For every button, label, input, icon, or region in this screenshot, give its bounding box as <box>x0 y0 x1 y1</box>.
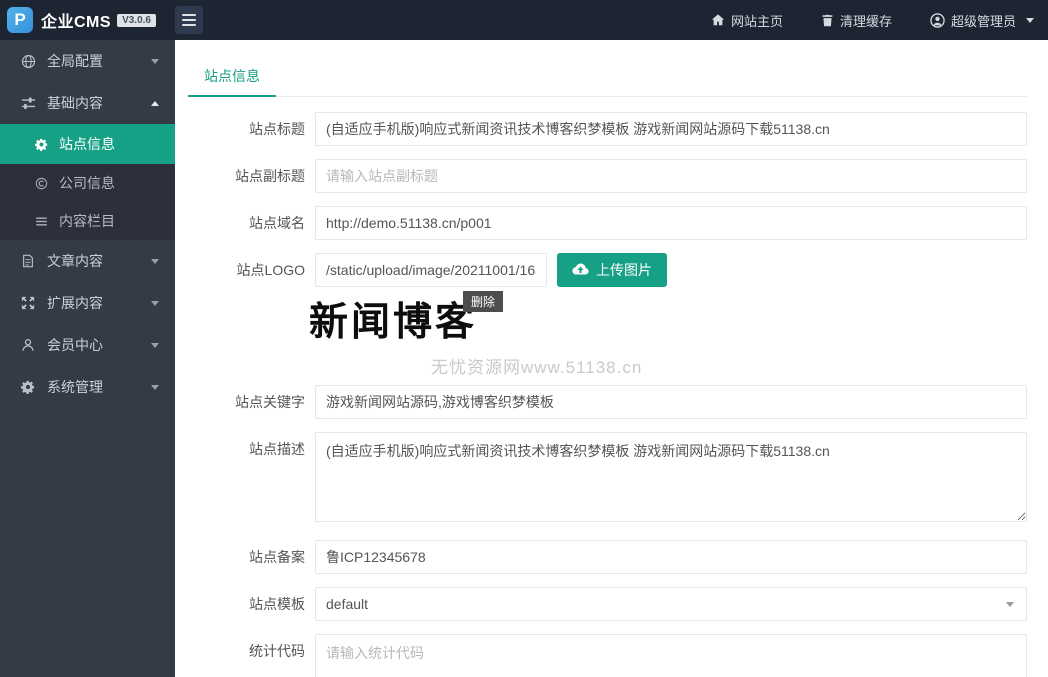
topnav-site-home[interactable]: 网站主页 <box>711 11 783 30</box>
sidebar-item-label: 基础内容 <box>47 95 103 111</box>
site-template-label: 站点模板 <box>249 596 305 612</box>
sidebar-item-article-content[interactable]: 文章内容 <box>0 240 175 282</box>
sidebar-item-label: 扩展内容 <box>47 295 103 311</box>
sidebar-item-label: 公司信息 <box>59 175 115 191</box>
cloud-upload-icon <box>572 262 589 278</box>
site-description-label: 站点描述 <box>249 441 305 457</box>
sidebar-submenu-basic-content: 站点信息 公司信息 内容栏目 <box>0 124 175 240</box>
site-keywords-label: 站点关键字 <box>235 394 305 410</box>
site-logo-label: 站点LOGO <box>236 262 305 278</box>
sidebar-item-global-config[interactable]: 全局配置 <box>0 40 175 82</box>
sidebar-item-content-columns[interactable]: 内容栏目 <box>0 202 175 240</box>
site-keywords-input[interactable] <box>315 385 1027 419</box>
site-logo-input[interactable] <box>315 253 547 287</box>
user-circle-icon <box>930 12 945 28</box>
brand: P 企业CMS V3.0.6 <box>0 7 175 33</box>
delete-logo-button[interactable]: 删除 <box>463 291 504 312</box>
sidebar-item-system-management[interactable]: 系统管理 <box>0 366 175 408</box>
topnav-admin-menu[interactable]: 超级管理员 <box>930 11 1034 30</box>
site-template-select[interactable]: default <box>315 587 1027 621</box>
topnav-label: 超级管理员 <box>950 13 1016 29</box>
chevron-down-icon <box>151 58 159 64</box>
sidebar-item-label: 内容栏目 <box>59 213 115 229</box>
upload-button-label: 上传图片 <box>596 262 652 278</box>
gear-icon <box>20 380 36 394</box>
chevron-down-icon <box>151 384 159 390</box>
brand-title: 企业CMS <box>41 14 112 31</box>
copyright-icon <box>34 177 49 190</box>
site-title-label: 站点标题 <box>249 121 305 137</box>
site-info-form: 站点标题 站点副标题 站点域名 站点LOGO <box>188 112 1027 677</box>
brand-logo-icon: P <box>7 7 33 33</box>
watermark-text: 无忧资源网www.51138.cn <box>431 358 643 377</box>
topnav-clear-cache[interactable]: 清理缓存 <box>821 11 892 30</box>
home-icon <box>711 13 725 27</box>
sidebar-item-member-center[interactable]: 会员中心 <box>0 324 175 366</box>
tab-site-info[interactable]: 站点信息 <box>188 60 276 97</box>
main-content: 站点信息 站点标题 站点副标题 站点域名 <box>175 40 1048 677</box>
site-icp-label: 站点备案 <box>249 549 305 565</box>
topnav: 网站主页 清理缓存 超级管理员 <box>673 11 1048 30</box>
chevron-down-icon <box>1026 17 1034 23</box>
upload-image-button[interactable]: 上传图片 <box>557 253 667 287</box>
sidebar-item-company-info[interactable]: 公司信息 <box>0 164 175 202</box>
gear-icon <box>34 138 49 151</box>
list-icon <box>34 215 49 228</box>
sliders-icon <box>20 96 36 111</box>
site-subtitle-label: 站点副标题 <box>235 168 305 184</box>
trash-icon <box>821 14 834 27</box>
analytics-code-textarea[interactable] <box>315 634 1027 677</box>
site-domain-input[interactable] <box>315 206 1027 240</box>
site-title-input[interactable] <box>315 112 1027 146</box>
sidebar-item-label: 站点信息 <box>59 136 115 152</box>
sidebar-item-site-info[interactable]: 站点信息 <box>0 124 175 164</box>
chevron-down-icon <box>1006 602 1014 607</box>
sidebar-item-label: 全局配置 <box>47 53 103 69</box>
site-domain-label: 站点域名 <box>249 215 305 231</box>
logo-preview: 删除 新闻博客 无忧资源网www.51138.cn <box>309 291 1027 377</box>
chevron-down-icon <box>151 300 159 306</box>
chevron-down-icon <box>151 342 159 348</box>
user-icon <box>20 338 36 352</box>
sidebar-item-label: 文章内容 <box>47 253 103 269</box>
site-subtitle-input[interactable] <box>315 159 1027 193</box>
site-description-textarea[interactable]: (自适应手机版)响应式新闻资讯技术博客织梦模板 游戏新闻网站源码下载51138.… <box>315 432 1027 522</box>
sidebar-item-extended-content[interactable]: 扩展内容 <box>0 282 175 324</box>
selected-template-value: default <box>326 596 369 612</box>
expand-arrows-icon <box>20 296 36 310</box>
tabbar: 站点信息 <box>188 60 1027 97</box>
topnav-label: 网站主页 <box>730 13 783 29</box>
sidebar-toggle-button[interactable] <box>175 6 203 34</box>
sidebar-item-label: 会员中心 <box>47 337 103 353</box>
site-icp-input[interactable] <box>315 540 1027 574</box>
chevron-up-icon <box>151 100 159 106</box>
logo-preview-image: 新闻博客 <box>309 301 478 344</box>
file-icon <box>20 254 36 268</box>
sidebar-item-basic-content[interactable]: 基础内容 <box>0 82 175 124</box>
version-badge: V3.0.6 <box>117 13 156 27</box>
sidebar-item-label: 系统管理 <box>47 379 103 395</box>
sidebar: 全局配置 基础内容 站点信息 公司信息 内容栏目 文章内容 扩展内容 会员中心 … <box>0 40 175 677</box>
topbar: P 企业CMS V3.0.6 网站主页 清理缓存 超级管理员 <box>0 0 1048 40</box>
globe-icon <box>20 54 36 69</box>
chevron-down-icon <box>151 258 159 264</box>
analytics-code-label: 统计代码 <box>249 643 305 659</box>
topnav-label: 清理缓存 <box>839 13 892 29</box>
